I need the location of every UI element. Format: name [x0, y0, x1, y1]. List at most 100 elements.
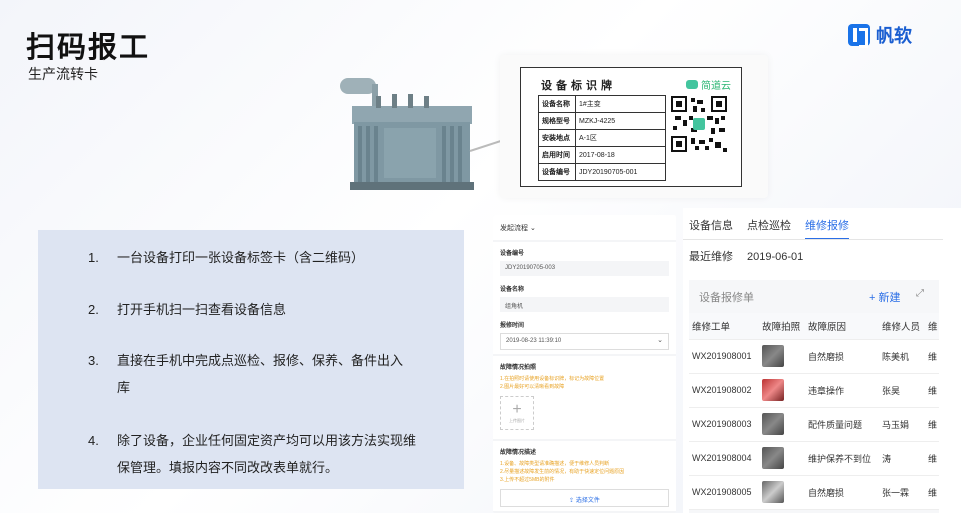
- label-row: 安装地点 A-1区: [538, 129, 666, 147]
- extra-cell: 维: [924, 475, 939, 510]
- table-row[interactable]: WX201908002 违章操作 张昊 维: [689, 373, 939, 408]
- chevron-down-icon: ⌄: [529, 225, 536, 232]
- label-value: MZKJ-4225: [575, 112, 666, 130]
- choose-file-button[interactable]: ⇪ 选择文件: [500, 489, 669, 507]
- label-card-table: 设备名称 1#主变 规格型号 MZKJ-4225 安装地点 A-1区 启用时间 2017…: [538, 95, 666, 181]
- person-cell: 马玉娟: [879, 407, 925, 442]
- table-row[interactable]: WX201908005 自然磨损 张一霖 维: [689, 475, 939, 510]
- photo-cell: [759, 407, 806, 442]
- repair-table: 维修工单 故障拍照 故障原因 维修人员 维 WX201908001 自然磨损 陈…: [689, 313, 939, 510]
- info-item-text: 一台设备打印一张设备标签卡（含二维码）: [117, 250, 365, 265]
- upload-caption: 上传图片: [509, 418, 525, 423]
- fault-photo-thumbnail[interactable]: [762, 447, 785, 469]
- photo-cell: [759, 373, 806, 408]
- brand-logo: 帆软: [848, 22, 912, 48]
- order-cell: WX201908004: [689, 441, 760, 476]
- brand-name: 帆软: [876, 26, 912, 46]
- plus-icon: +: [512, 401, 522, 418]
- record-tabs: 设备信息 点检巡检 维修报修: [689, 217, 849, 240]
- repair-grid: 设备报修单 + 新建 ⤢ 维修工单 故障拍照 故障原因 维修人员 维 WX201…: [689, 280, 939, 513]
- tab-equipment-info[interactable]: 设备信息: [689, 217, 733, 240]
- recent-repair: 最近维修 2019-06-01: [689, 248, 803, 264]
- equipment-record-panel: 设备信息 点检巡检 维修报修 最近维修 2019-06-01 设备报修单 + 新建…: [683, 208, 961, 513]
- extra-cell: 维: [924, 441, 939, 476]
- label-value: 1#主变: [575, 95, 666, 113]
- info-item-text: 除了设备，企业任何固定资产均可以用该方法实现维保管理。填报内容不同改改表单就行。: [117, 433, 417, 475]
- column-header[interactable]: 维: [924, 313, 939, 340]
- photo-cell: [759, 441, 806, 476]
- field-hint: 3.上传不超过5MB的附件: [500, 477, 555, 483]
- column-header[interactable]: 维修工单: [689, 313, 760, 340]
- new-record-button[interactable]: + 新建: [869, 289, 900, 305]
- person-cell: 涛: [879, 441, 925, 476]
- label-key: 安装地点: [538, 129, 576, 147]
- label-row: 设备名称 1#主变: [538, 95, 666, 113]
- fault-photo-thumbnail[interactable]: [762, 413, 785, 435]
- column-header[interactable]: 故障原因: [805, 313, 879, 340]
- expand-icon[interactable]: ⤢: [916, 288, 924, 299]
- info-panel: 1. 一台设备打印一张设备标签卡（含二维码） 2. 打开手机扫一扫查看设备信息 …: [38, 230, 464, 489]
- field-hint: 1.在拍照时请使用设备标识牌，标记为故障位置: [500, 376, 605, 382]
- field-label: 设备名称: [500, 287, 525, 293]
- transformer-icon: [340, 78, 474, 190]
- form-header[interactable]: 发起流程 ⌄: [493, 215, 676, 240]
- info-item: 4. 除了设备，企业任何固定资产均可以用该方法实现维保管理。填报内容不同改改表单…: [88, 427, 417, 481]
- info-item-text: 打开手机扫一扫查看设备信息: [117, 302, 287, 317]
- fault-photo-thumbnail[interactable]: [762, 345, 785, 367]
- info-item: 1. 一台设备打印一张设备标签卡（含二维码）: [88, 244, 417, 271]
- tab-divider: [683, 239, 943, 240]
- photo-upload-button[interactable]: + 上传图片: [500, 396, 534, 430]
- column-header[interactable]: 维修人员: [879, 313, 925, 340]
- fault-photo-thumbnail[interactable]: [762, 379, 785, 401]
- label-row: 规格型号 MZKJ-4225: [538, 112, 666, 130]
- photo-cell: [759, 339, 806, 374]
- person-cell: 张昊: [879, 373, 925, 408]
- tab-inspection[interactable]: 点检巡检: [747, 217, 791, 240]
- info-item-number: 2.: [88, 302, 99, 317]
- column-header[interactable]: 故障拍照: [759, 313, 806, 340]
- grid-title: 设备报修单: [699, 292, 754, 304]
- extra-cell: 维: [924, 373, 939, 408]
- label-key: 启用时间: [538, 146, 576, 164]
- mobile-repair-form: 发起流程 ⌄ 设备编号 JDY20190705-003 设备名称 组角机 报修时…: [493, 215, 676, 513]
- field-hint: 2.尽量描述故障发生前的情况，有助于快速定位问题原因: [500, 469, 625, 475]
- qr-code-icon: [671, 96, 727, 152]
- info-item-text: 直接在手机中完成点巡检、报修、保养、备件出入库: [117, 353, 404, 395]
- table-row[interactable]: WX201908003 配件质量问题 马玉娟 维: [689, 407, 939, 442]
- label-key: 设备编号: [538, 163, 576, 181]
- label-value: JDY20190705-001: [575, 163, 666, 181]
- table-header-row: 维修工单 故障拍照 故障原因 维修人员 维: [689, 313, 939, 340]
- order-cell: WX201908005: [689, 475, 760, 510]
- reason-cell: 维护保养不到位: [805, 441, 879, 476]
- tab-repair[interactable]: 维修报修: [805, 217, 849, 240]
- form-section: 设备编号 JDY20190705-003 设备名称 组角机 报修时间 2019-…: [493, 242, 676, 354]
- form-section: 故障情况描述 1.设备、故障类型请准确描述，便于维修人员判断 2.尽量描述故障发…: [493, 441, 676, 511]
- table-row[interactable]: WX201908001 自然磨损 陈美机 维: [689, 339, 939, 374]
- equipment-label-card: 设备标识牌 简道云 设备名称 1#主变 规格型号 MZKJ-4225 安装地点 A-1…: [520, 67, 742, 187]
- field-label: 故障情况描述: [500, 450, 537, 456]
- order-cell: WX201908002: [689, 373, 760, 408]
- label-value: 2017-08-18: [575, 146, 666, 164]
- reason-cell: 配件质量问题: [805, 407, 879, 442]
- device-id-field[interactable]: JDY20190705-003: [500, 261, 669, 276]
- label-key: 规格型号: [538, 112, 576, 130]
- page-title: 扫码报工: [26, 32, 151, 64]
- label-card-brand: 简道云: [686, 77, 731, 92]
- repair-time-select[interactable]: 2019-08-23 11:39:10: [500, 333, 669, 350]
- info-item: 3. 直接在手机中完成点巡检、报修、保养、备件出入库: [88, 347, 407, 401]
- recent-repair-label: 最近维修: [689, 251, 733, 263]
- info-item: 2. 打开手机扫一扫查看设备信息: [88, 296, 417, 323]
- info-item-number: 1.: [88, 250, 99, 265]
- field-hint: 1.设备、故障类型请准确描述，便于维修人员判断: [500, 461, 610, 467]
- label-row: 启用时间 2017-08-18: [538, 146, 666, 164]
- extra-cell: 维: [924, 339, 939, 374]
- order-cell: WX201908001: [689, 339, 760, 374]
- device-name-field[interactable]: 组角机: [500, 297, 669, 312]
- table-row[interactable]: WX201908004 维护保养不到位 涛 维: [689, 441, 939, 476]
- upload-icon: ⇪: [569, 498, 576, 504]
- fault-photo-thumbnail[interactable]: [762, 481, 785, 503]
- reason-cell: 自然磨损: [805, 339, 879, 374]
- label-row: 设备编号 JDY20190705-001: [538, 163, 666, 181]
- photo-cell: [759, 475, 806, 510]
- field-label: 设备编号: [500, 251, 525, 257]
